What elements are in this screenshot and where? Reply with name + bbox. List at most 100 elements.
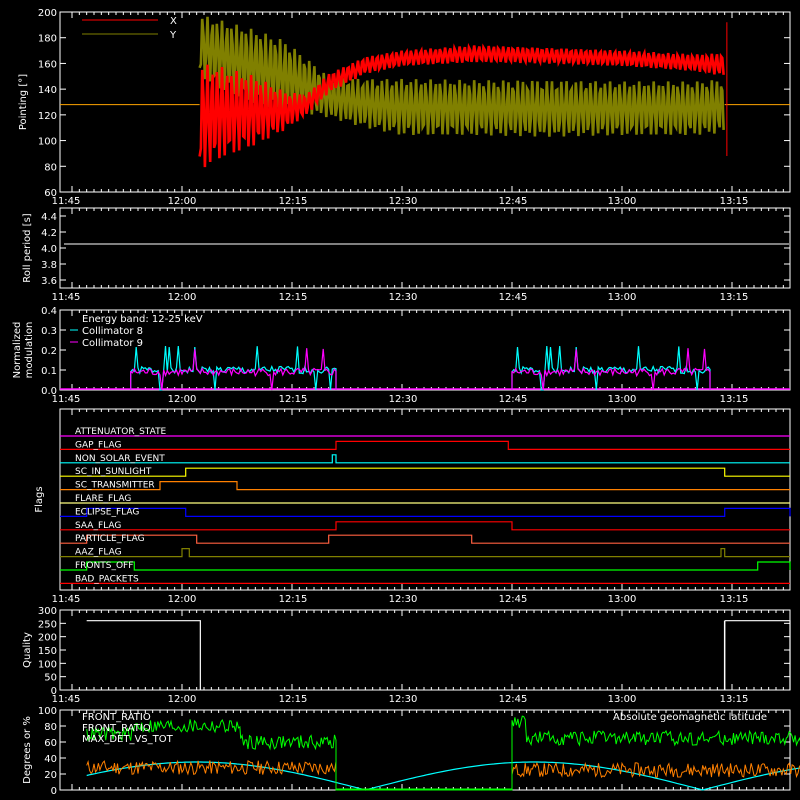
x-tick-label: 13:00 (608, 394, 637, 405)
flag-non-solar-event-line (60, 454, 790, 464)
panel-frame (59, 207, 791, 289)
quality-line (86, 620, 201, 690)
y-axis-label: Roll period [s] (22, 213, 33, 282)
x-tick-label: 12:15 (279, 594, 308, 605)
x-tick-label: 12:00 (168, 394, 197, 405)
x-tick-label: 12:00 (168, 196, 197, 207)
y-tick-label: 0.2 (41, 346, 57, 357)
y-tick-label: 150 (38, 646, 57, 657)
y-tick-label: 80 (44, 722, 57, 733)
legend-label: Collimator 9 (82, 338, 143, 349)
series-collimator-9-line (511, 348, 711, 391)
y-tick-label: 200 (38, 633, 57, 644)
legend-label: Y (169, 30, 177, 41)
y-axis-label: Flags (34, 486, 45, 512)
y-tick-label: 140 (38, 85, 57, 96)
legend-label: FRONT_RATIO (82, 723, 151, 734)
flag-label: GAP_FLAG (75, 440, 121, 450)
flag-label: ATTENUATOR_STATE (75, 427, 167, 437)
x-tick-label: 11:45 (52, 594, 81, 605)
legend-label: MAX_DET_VS_TOT (82, 734, 174, 745)
x-tick-label: 11:45 (52, 394, 81, 405)
y-tick-label: 0.3 (41, 326, 57, 337)
x-tick-label: 13:00 (608, 694, 637, 705)
y-tick-label: 60 (44, 738, 57, 749)
flag-label: ECLIPSE_FLAG (75, 507, 139, 517)
flag-fronts-off-line (60, 561, 791, 571)
y-tick-label: 0.1 (41, 366, 57, 377)
legend-label: FRONT_RATIO (82, 712, 151, 723)
figure: 608010012014016018020011:45 12:00 12:15 12:… (12, 8, 800, 797)
x-tick-label: 12:45 (499, 694, 528, 705)
y-tick-label: 100 (38, 706, 57, 717)
panel-frame (59, 609, 791, 691)
y-tick-label: 120 (38, 111, 57, 122)
x-tick-label: 12:30 (389, 594, 418, 605)
flag-aaz-flag-line (60, 547, 790, 558)
flag-label: NON_SOLAR_EVENT (75, 454, 165, 464)
flag-label: AAZ_FLAG (75, 548, 122, 558)
x-tick-label: 12:45 (499, 292, 528, 303)
flag-label: SAA_FLAG (75, 521, 121, 531)
x-tick-label: 12:15 (279, 292, 308, 303)
y-axis-label: Pointing [°] (18, 74, 29, 130)
x-tick-label: 12:15 (279, 694, 308, 705)
y-tick-label: 40 (44, 754, 57, 765)
x-tick-label: 11:45 (52, 196, 81, 207)
y-tick-label: 100 (38, 659, 57, 670)
legend-label: Collimator 8 (82, 326, 143, 337)
flag-saa-flag-line (60, 521, 790, 531)
y-tick-label: 3.8 (41, 260, 57, 271)
annotation-energy-band: Energy band: 12-25 keV (82, 314, 203, 325)
flag-label: SC_IN_SUNLIGHT (75, 467, 152, 477)
x-tick-label: 12:00 (168, 292, 197, 303)
y-axis-label: Degrees or % (22, 716, 33, 784)
y-tick-label: 100 (38, 137, 57, 148)
flag-eclipse-flag-line (60, 507, 791, 518)
flag-sc-transmitter-line (60, 481, 790, 491)
annotation-geomagnetic: Absolute geomagnetic latitude (613, 712, 767, 723)
y-tick-label: 200 (38, 8, 57, 19)
x-tick-label: 12:45 (499, 196, 528, 207)
y-tick-label: 160 (38, 59, 57, 70)
flag-sc-in-sunlight-line (60, 467, 790, 477)
x-tick-label: 12:15 (279, 394, 308, 405)
flag-particle-flag-line (60, 534, 790, 544)
series-geomagnetic-latitude-line (86, 761, 800, 791)
y-tick-label: 4.2 (41, 228, 57, 239)
flag-gap-flag-line (60, 440, 790, 450)
quality-line (724, 620, 791, 690)
x-tick-label: 13:15 (720, 394, 749, 405)
x-tick-label: 11:45 (52, 292, 81, 303)
x-tick-label: 13:15 (720, 594, 749, 605)
x-tick-label: 12:30 (389, 394, 418, 405)
x-tick-label: 12:45 (499, 594, 528, 605)
x-tick-label: 11:45 (52, 694, 81, 705)
y-tick-label: 3.6 (41, 276, 57, 287)
flag-label: FRONTS_OFF (75, 561, 133, 571)
y-tick-label: 250 (38, 619, 57, 630)
series-collimator-9-line (130, 348, 337, 391)
legend-label: X (170, 16, 177, 27)
flag-label: FLARE_FLAG (75, 494, 131, 504)
series-max-det-vs-tot-line (86, 759, 800, 791)
x-tick-label: 12:00 (168, 694, 197, 705)
y-tick-label: 4.4 (41, 212, 57, 223)
y-tick-label: 80 (44, 162, 57, 173)
y-tick-label: 300 (38, 606, 57, 617)
y-axis-label: Normalized (12, 322, 23, 379)
y-tick-label: 20 (44, 770, 57, 781)
series-front-ratio-line (86, 715, 800, 791)
flag-label: BAD_PACKETS (75, 574, 139, 584)
x-tick-label: 12:15 (279, 196, 308, 207)
x-tick-label: 12:30 (389, 292, 418, 303)
y-tick-label: 4.0 (41, 244, 57, 255)
y-tick-label: 50 (44, 673, 57, 684)
x-tick-label: 13:00 (608, 292, 637, 303)
x-tick-label: 13:00 (608, 196, 637, 207)
x-tick-label: 13:15 (720, 292, 749, 303)
x-tick-label: 12:30 (389, 694, 418, 705)
x-tick-label: 13:00 (608, 594, 637, 605)
y-tick-label: 0 (51, 786, 57, 797)
y-tick-label: 0.4 (41, 306, 57, 317)
